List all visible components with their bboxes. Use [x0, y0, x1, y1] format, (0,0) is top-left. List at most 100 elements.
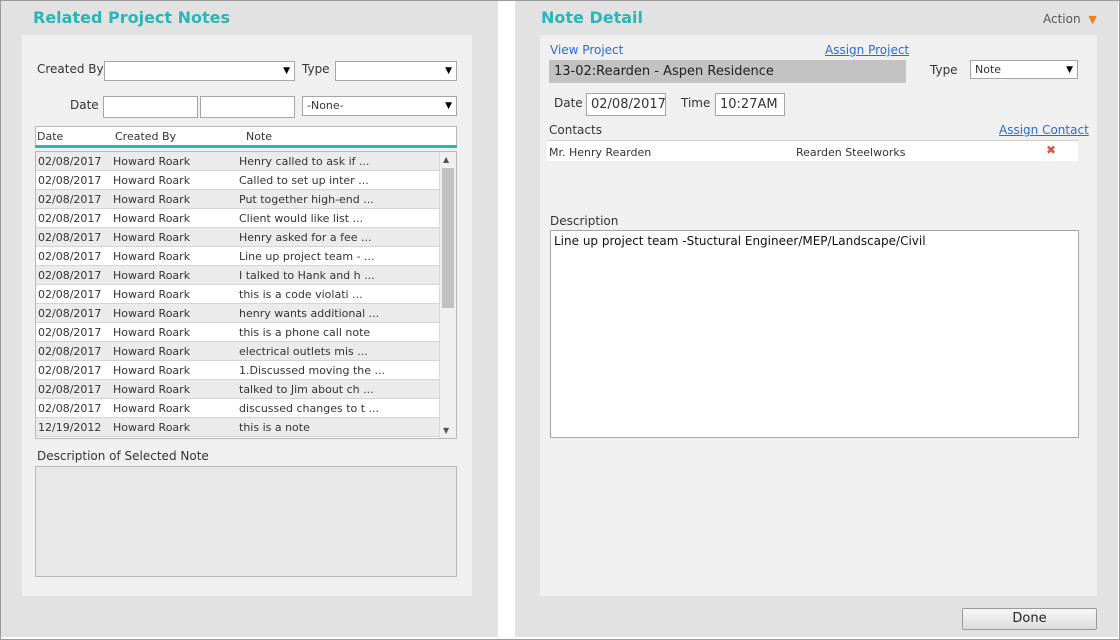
cell-date: 02/08/2017: [38, 212, 102, 225]
type-select-value: Note: [975, 63, 1002, 76]
chevron-down-icon: ▼: [1066, 65, 1073, 75]
column-date[interactable]: Date: [37, 130, 63, 143]
cell-date: 02/08/2017: [38, 193, 102, 206]
cell-by: Howard Roark: [113, 174, 191, 187]
cell-note: this is a code violati ...: [239, 288, 363, 301]
table-scrollbar[interactable]: ▲ ▼: [439, 152, 456, 438]
table-row[interactable]: 02/08/2017 Howard Roark 1.Discussed moving…: [36, 361, 440, 380]
date-range-select[interactable]: -None- ▼: [302, 96, 457, 116]
table-row[interactable]: 02/08/2017 Howard Roark this is a phone ca…: [36, 323, 440, 342]
chevron-down-icon: ▼: [445, 66, 452, 76]
cell-date: 02/08/2017: [38, 269, 102, 282]
table-row[interactable]: 02/08/2017 Howard Roark Henry asked for a …: [36, 228, 440, 247]
cell-by: Howard Roark: [113, 231, 191, 244]
cell-date: 02/08/2017: [38, 307, 102, 320]
table-row[interactable]: 12/19/2012 Howard Roark this is a note: [36, 418, 440, 437]
cell-date: 02/08/2017: [38, 364, 102, 377]
cell-note: this is a phone call note: [239, 326, 371, 339]
table-row[interactable]: 02/08/2017 Howard Roark Called to set up i…: [36, 171, 440, 190]
cell-note: Line up project team - ...: [239, 250, 375, 263]
cell-date: 02/08/2017: [38, 174, 102, 187]
date-filter-label: Date: [70, 98, 99, 112]
notes-table-body: 02/08/2017 Howard Roark Henry called to as…: [35, 151, 457, 439]
date-label: Date: [554, 96, 583, 110]
cell-note: Put together high-end ...: [239, 193, 374, 206]
cell-date: 02/08/2017: [38, 250, 102, 263]
assign-contact-link[interactable]: Assign Contact: [999, 123, 1089, 137]
cell-by: Howard Roark: [113, 269, 191, 282]
cell-date: 02/08/2017: [38, 402, 102, 415]
selected-note-description-label: Description of Selected Note: [37, 449, 209, 463]
related-notes-title: Related Project Notes: [33, 8, 231, 27]
table-row[interactable]: 02/08/2017 Howard Roark Henry called to as…: [36, 152, 440, 171]
type-filter-label: Type: [302, 62, 330, 76]
type-filter-select[interactable]: ▼: [335, 61, 457, 81]
table-row[interactable]: 02/08/2017 Howard Roark I talked to Hank a…: [36, 266, 440, 285]
cell-note: Henry called to ask if ...: [239, 155, 370, 168]
cell-by: Howard Roark: [113, 307, 191, 320]
cell-date: 02/08/2017: [38, 231, 102, 244]
date-range-value: -None-: [307, 99, 344, 112]
scroll-thumb[interactable]: [442, 168, 454, 308]
header-accent-line: [35, 145, 457, 148]
project-field: 13-02:Rearden - Aspen Residence: [549, 60, 906, 83]
created-by-select[interactable]: ▼: [104, 61, 295, 81]
chevron-down-icon: ▼: [283, 66, 290, 76]
created-by-label: Created By: [37, 62, 104, 76]
chevron-down-icon: ▼: [445, 101, 452, 111]
cell-note: Henry asked for a fee ...: [239, 231, 372, 244]
table-row[interactable]: 02/08/2017 Howard Roark henry wants additi…: [36, 304, 440, 323]
contact-company: Rearden Steelworks: [796, 146, 906, 159]
cell-by: Howard Roark: [113, 193, 191, 206]
type-label: Type: [930, 63, 958, 77]
cell-date: 12/19/2012: [38, 421, 102, 434]
scroll-up-icon[interactable]: ▲: [443, 155, 449, 164]
cell-by: Howard Roark: [113, 364, 191, 377]
notes-table-header: Date Created By Note: [35, 126, 457, 146]
cell-by: Howard Roark: [113, 326, 191, 339]
cell-date: 02/08/2017: [38, 288, 102, 301]
cell-note: I talked to Hank and h ...: [239, 269, 375, 282]
cell-note: Called to set up inter ...: [239, 174, 369, 187]
cell-date: 02/08/2017: [38, 155, 102, 168]
description-label: Description: [550, 214, 619, 228]
date-from-input[interactable]: [103, 96, 198, 118]
table-row[interactable]: 02/08/2017 Howard Roark talked to Jim abou…: [36, 380, 440, 399]
cell-date: 02/08/2017: [38, 326, 102, 339]
selected-note-description: [35, 466, 457, 577]
cell-note: Client would like list ...: [239, 212, 364, 225]
cell-by: Howard Roark: [113, 345, 191, 358]
cell-note: 1.Discussed moving the ...: [239, 364, 385, 377]
cell-note: electrical outlets mis ...: [239, 345, 368, 358]
done-button[interactable]: Done: [962, 608, 1097, 630]
type-select[interactable]: Note ▼: [970, 60, 1078, 79]
table-row[interactable]: 02/08/2017 Howard Roark this is a code vio…: [36, 285, 440, 304]
table-row[interactable]: 02/08/2017 Howard Roark Client would like …: [36, 209, 440, 228]
view-project-link[interactable]: View Project: [550, 43, 623, 57]
table-row[interactable]: 02/08/2017 Howard Roark electrical outlets…: [36, 342, 440, 361]
column-note[interactable]: Note: [246, 130, 272, 143]
table-row[interactable]: 02/08/2017 Howard Roark discussed changes …: [36, 399, 440, 418]
contacts-label: Contacts: [549, 123, 602, 137]
cell-note: this is a note: [239, 421, 310, 434]
assign-project-link[interactable]: Assign Project: [825, 43, 909, 57]
description-textarea[interactable]: Line up project team -Stuctural Engineer…: [550, 230, 1079, 438]
table-row[interactable]: 02/08/2017 Howard Roark Line up project te…: [36, 247, 440, 266]
scroll-down-icon[interactable]: ▼: [443, 426, 449, 435]
time-input[interactable]: 10:27AM: [715, 93, 785, 116]
cell-date: 02/08/2017: [38, 383, 102, 396]
remove-contact-icon[interactable]: ✖: [1046, 143, 1056, 157]
cell-by: Howard Roark: [113, 383, 191, 396]
table-row[interactable]: 02/08/2017 Howard Roark Put together high-…: [36, 190, 440, 209]
action-menu[interactable]: Action ▼: [1043, 12, 1097, 26]
date-to-input[interactable]: [200, 96, 295, 118]
note-detail-title: Note Detail: [541, 8, 643, 27]
cell-by: Howard Roark: [113, 421, 191, 434]
contact-row[interactable]: Mr. Henry Rearden Rearden Steelworks ✖: [547, 141, 1078, 161]
action-label: Action: [1043, 12, 1081, 26]
cell-by: Howard Roark: [113, 288, 191, 301]
date-input[interactable]: 02/08/2017: [586, 93, 666, 116]
cell-note: discussed changes to t ...: [239, 402, 380, 415]
column-created-by[interactable]: Created By: [115, 130, 176, 143]
caret-down-icon: ▼: [1088, 13, 1097, 26]
